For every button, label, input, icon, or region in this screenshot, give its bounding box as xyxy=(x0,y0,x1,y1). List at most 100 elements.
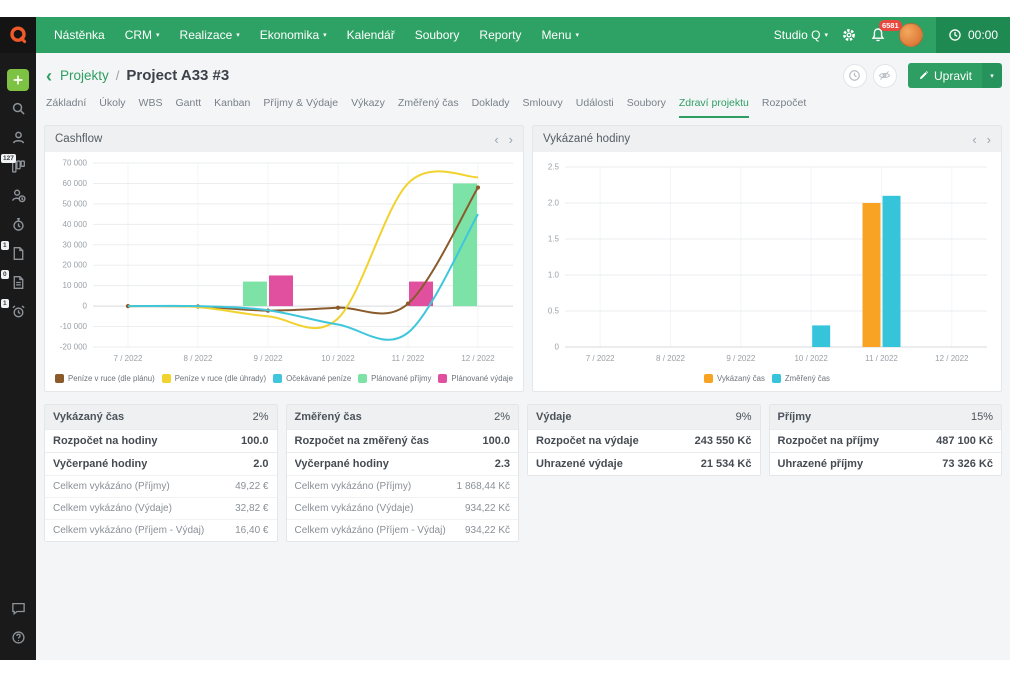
nav-ekonomika[interactable]: Ekonomika▾ xyxy=(250,17,337,54)
chevron-down-icon: ▾ xyxy=(990,72,994,80)
tab-prijmy-vydaje[interactable]: Příjmy & Výdaje xyxy=(263,93,338,118)
summary-row: Celkem vykázáno (Výdaje) 32,82 € xyxy=(45,497,277,519)
bar-zmereny-cas xyxy=(812,325,830,347)
line-ocekavane-penize xyxy=(128,214,478,340)
summary-card-title: Změřený čas xyxy=(295,411,362,423)
top-navigation-bar: NástěnkaCRM▾Realizace▾Ekonomika▾Kalendář… xyxy=(36,17,1010,53)
sidebar-item-reminders[interactable]: 1 xyxy=(0,297,36,326)
nav-realizace[interactable]: Realizace▾ xyxy=(170,17,250,54)
summary-row-value: 73 326 Kč xyxy=(942,458,993,470)
svg-text:1.5: 1.5 xyxy=(548,235,560,244)
sidebar-item-chat[interactable] xyxy=(0,594,36,623)
tab-soubory[interactable]: Soubory xyxy=(627,93,666,118)
next-period-icon[interactable]: › xyxy=(987,133,991,146)
legend-item-penize-v-ruce-dle-uhrady: Peníze v ruce (dle úhrady) xyxy=(162,374,266,383)
avatar[interactable] xyxy=(899,23,923,47)
completion-percent: 2% xyxy=(494,411,510,423)
charts-row: Cashflow ‹ › 70 00060 00050 00040 00030 … xyxy=(36,118,1010,392)
summary-row: Vyčerpané hodiny2.0 xyxy=(45,452,277,475)
summary-row-label: Uhrazené výdaje xyxy=(536,458,623,470)
sidebar-item-time-tracking[interactable] xyxy=(0,210,36,239)
tab-udalosti[interactable]: Události xyxy=(576,93,614,118)
sidebar-badge: 127 xyxy=(1,154,16,163)
tab-vykazy[interactable]: Výkazy xyxy=(351,93,385,118)
workspace-menu[interactable]: Studio Q▾ xyxy=(774,28,828,42)
sidebar-item-help[interactable] xyxy=(0,623,36,652)
time-tracker-button[interactable]: 00:00 xyxy=(936,17,1010,53)
legend-label: Peníze v ruce (dle plánu) xyxy=(68,374,155,383)
nav-crm[interactable]: CRM▾ xyxy=(115,17,170,54)
hours-panel-header: Vykázané hodiny ‹ › xyxy=(533,126,1001,152)
tab-smlouvy[interactable]: Smlouvy xyxy=(523,93,563,118)
nav-kalendar[interactable]: Kalendář xyxy=(337,17,405,54)
summary-card-zmereny-cas: Změřený čas 2% Rozpočet na změřený čas100.… xyxy=(286,404,520,542)
chevron-down-icon: ▾ xyxy=(824,31,828,39)
sidebar-item-projects[interactable]: 127 xyxy=(0,152,36,181)
summary-row-value: 21 534 Kč xyxy=(701,458,752,470)
svg-text:50 000: 50 000 xyxy=(63,199,88,208)
main-content: ‹ Projekty / Project A33 #3 Upravit ▾ Zá… xyxy=(36,53,1010,660)
legend-swatch xyxy=(162,374,171,383)
summary-row-label: Celkem vykázáno (Výdaje) xyxy=(53,503,172,514)
tab-zdravi-projektu[interactable]: Zdraví projektu xyxy=(679,93,749,118)
legend-label: Změřený čas xyxy=(785,374,830,383)
project-tabs: Základní Úkoly WBS Gantt Kanban Příjmy & Výda… xyxy=(36,93,1010,118)
nav-menu[interactable]: Menu▾ xyxy=(531,17,589,54)
nav-soubory[interactable]: Soubory xyxy=(405,17,470,54)
svg-text:2.5: 2.5 xyxy=(548,163,560,172)
tab-gantt[interactable]: Gantt xyxy=(175,93,201,118)
svg-text:10 / 2022: 10 / 2022 xyxy=(794,354,828,363)
user-icon xyxy=(11,130,26,145)
prev-period-icon[interactable]: ‹ xyxy=(494,133,498,146)
summary-row: Celkem vykázáno (Příjmy)1 868,44 Kč xyxy=(287,475,519,497)
cashflow-panel-header: Cashflow ‹ › xyxy=(45,126,523,152)
completion-percent: 15% xyxy=(971,411,993,423)
tab-kanban[interactable]: Kanban xyxy=(214,93,250,118)
summary-row: Rozpočet na výdaje243 550 Kč xyxy=(528,429,760,452)
bar-zmereny-cas xyxy=(883,196,901,347)
sidebar-item-create[interactable] xyxy=(0,65,36,94)
edit-button[interactable]: Upravit xyxy=(908,63,982,88)
svg-text:7 / 2022: 7 / 2022 xyxy=(114,354,143,363)
summary-row: Vyčerpané hodiny2.3 xyxy=(287,452,519,475)
history-icon-button[interactable] xyxy=(843,64,867,88)
sidebar-item-documents[interactable]: 1 xyxy=(0,239,36,268)
summary-card-title: Výdaje xyxy=(536,411,571,423)
nav-reporty[interactable]: Reporty xyxy=(469,17,531,54)
summary-row: Rozpočet na změřený čas100.0 xyxy=(287,429,519,452)
app-logo[interactable] xyxy=(0,17,36,53)
tab-zakladni[interactable]: Základní xyxy=(46,93,86,118)
summary-card-title: Příjmy xyxy=(778,411,812,423)
settings-gear-icon[interactable] xyxy=(841,27,857,43)
sidebar-item-search[interactable] xyxy=(0,94,36,123)
notification-badge: 6581 xyxy=(879,20,902,31)
prev-period-icon[interactable]: ‹ xyxy=(972,133,976,146)
nav-nastenka[interactable]: Nástěnka xyxy=(44,17,115,54)
tab-doklady[interactable]: Doklady xyxy=(472,93,510,118)
svg-text:10 000: 10 000 xyxy=(63,281,88,290)
tab-ukoly[interactable]: Úkoly xyxy=(99,93,125,118)
watch-icon-button[interactable] xyxy=(873,64,897,88)
back-button[interactable]: ‹ xyxy=(46,67,52,85)
notifications-bell-icon[interactable]: 6581 xyxy=(870,27,886,43)
svg-text:30 000: 30 000 xyxy=(63,240,88,249)
svg-text:-10 000: -10 000 xyxy=(60,322,88,331)
cashflow-chart: 70 00060 00050 00040 00030 00020 00010 0… xyxy=(45,155,523,373)
sidebar-item-attendance[interactable] xyxy=(0,181,36,210)
summary-row-value: 32,82 € xyxy=(235,503,268,514)
breadcrumb-projects-link[interactable]: Projekty xyxy=(60,68,109,83)
tab-rozpocet[interactable]: Rozpočet xyxy=(762,93,806,118)
tab-wbs[interactable]: WBS xyxy=(139,93,163,118)
summary-row-label: Celkem vykázáno (Příjmy) xyxy=(295,481,412,492)
edit-dropdown-button[interactable]: ▾ xyxy=(982,63,1002,88)
sidebar-item-contacts[interactable] xyxy=(0,123,36,152)
tab-zmereny-cas[interactable]: Změřený čas xyxy=(398,93,459,118)
summary-row-label: Vyčerpané hodiny xyxy=(295,458,389,470)
next-period-icon[interactable]: › xyxy=(509,133,513,146)
workspace-name: Studio Q xyxy=(774,28,821,42)
sidebar-badge: 0 xyxy=(1,270,9,279)
svg-text:70 000: 70 000 xyxy=(63,159,88,168)
summary-cards-row: Vykázaný čas2%Rozpočet na hodiny100.0Vyč… xyxy=(36,392,1010,542)
svg-text:20 000: 20 000 xyxy=(63,261,88,270)
sidebar-item-invoices[interactable]: 0 xyxy=(0,268,36,297)
